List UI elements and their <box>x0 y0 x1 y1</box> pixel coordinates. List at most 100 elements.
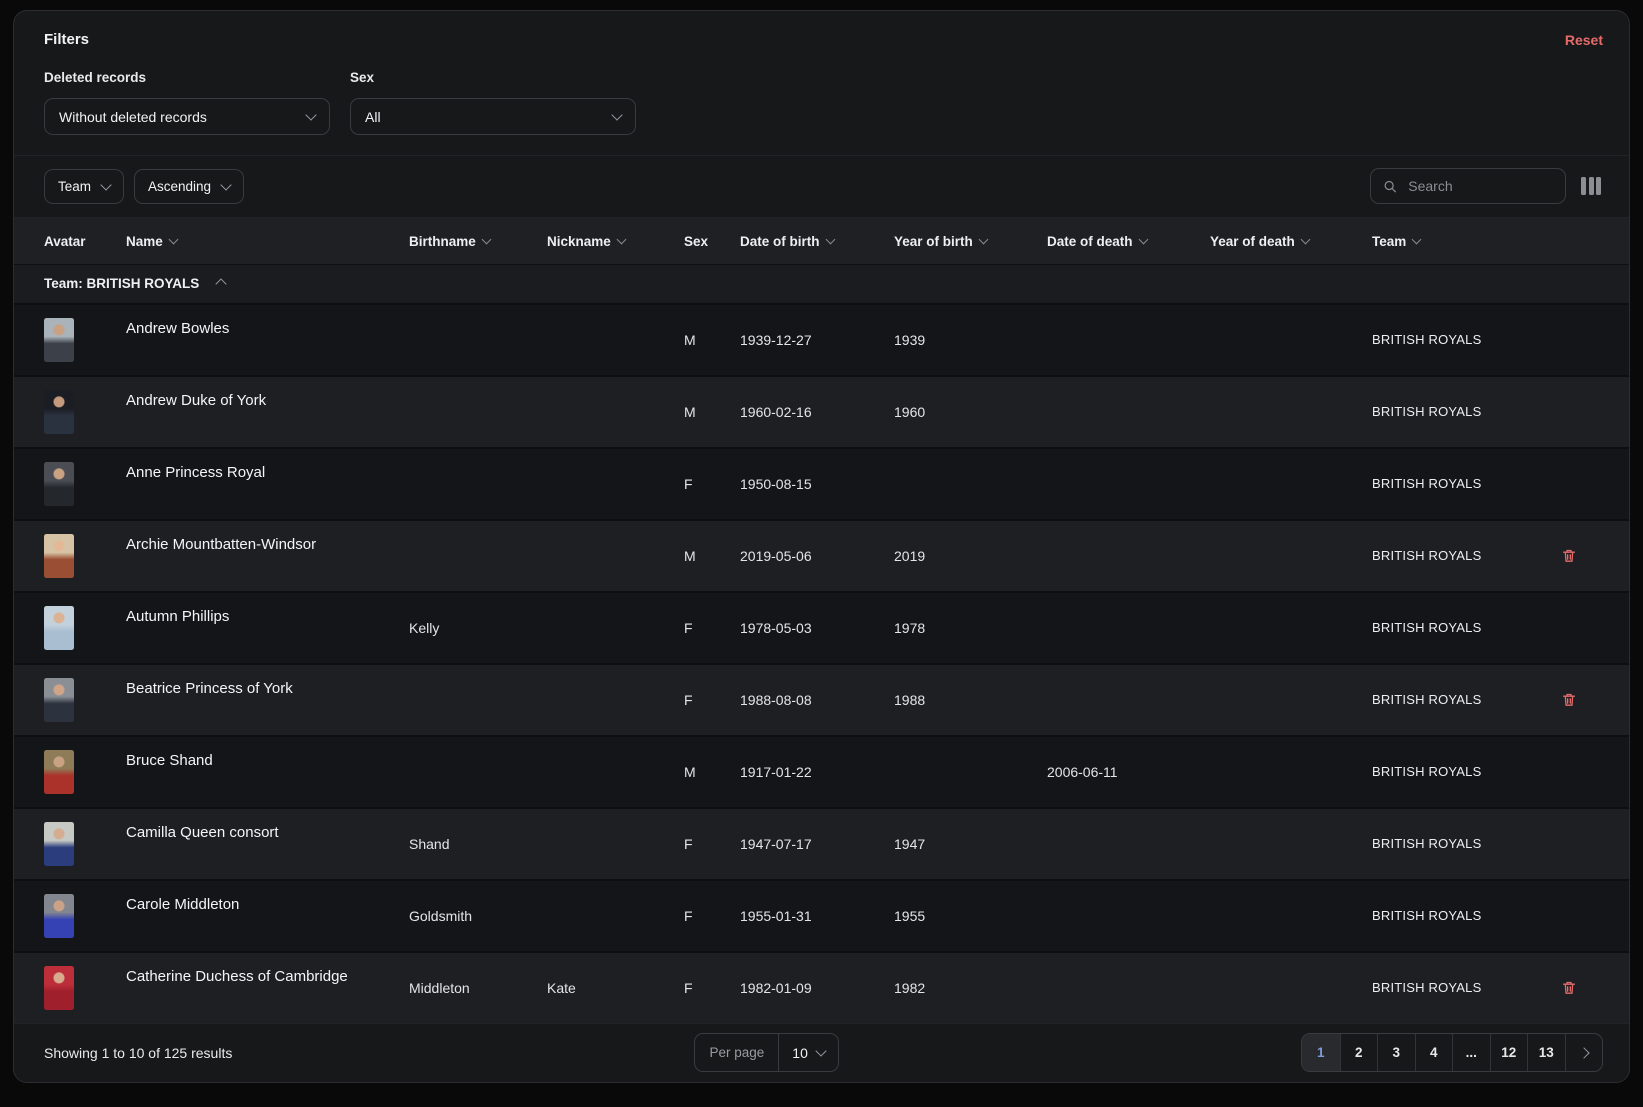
table-row: Catherine Duchess of CambridgeMiddletonK… <box>14 951 1629 1023</box>
column-header-birthname[interactable]: Birthname <box>409 234 547 249</box>
avatar-cell <box>44 534 126 578</box>
column-header-name[interactable]: Name <box>126 234 409 249</box>
date-of-birth-cell: 1939-12-27 <box>740 332 894 348</box>
pagination-ellipsis[interactable]: ... <box>1452 1034 1490 1071</box>
pagination-page-12[interactable]: 12 <box>1490 1034 1528 1071</box>
column-label: Date of death <box>1047 234 1133 249</box>
sex-cell: F <box>684 692 740 708</box>
avatar <box>44 894 74 938</box>
chevron-down-icon <box>220 179 231 190</box>
sort-direction-dropdown[interactable]: Ascending <box>134 169 244 204</box>
table-header-row: AvatarNameBirthnameNicknameSexDate of bi… <box>14 217 1629 264</box>
sex-select[interactable]: All <box>350 98 636 135</box>
table-toolbar: Team Ascending <box>14 155 1629 217</box>
chevron-right-icon <box>1578 1047 1589 1058</box>
year-of-birth-cell: 1978 <box>894 620 1047 636</box>
group-row-british-royals: Team: BRITISH ROYALS <box>14 264 1629 303</box>
column-label: Nickname <box>547 234 611 249</box>
table-row: Bruce ShandM1917-01-222006-06-11BRITISH … <box>14 735 1629 807</box>
date-of-birth-cell: 1917-01-22 <box>740 764 894 780</box>
year-of-birth-cell: 1955 <box>894 908 1047 924</box>
sex-cell: M <box>684 404 740 420</box>
sort-field-value: Team <box>58 179 91 194</box>
name-cell: Carole Middleton <box>126 881 409 913</box>
pagination-page-13[interactable]: 13 <box>1527 1034 1565 1071</box>
table-row: Archie Mountbatten-WindsorM2019-05-06201… <box>14 519 1629 591</box>
chevron-down-icon <box>168 235 178 245</box>
trash-icon <box>1561 979 1577 996</box>
name-cell: Autumn Phillips <box>126 593 409 625</box>
avatar-cell <box>44 678 126 722</box>
year-of-birth-cell: 1988 <box>894 692 1047 708</box>
table-row: Anne Princess RoyalF1950-08-15BRITISH RO… <box>14 447 1629 519</box>
avatar <box>44 534 74 578</box>
pagination-page-2[interactable]: 2 <box>1340 1034 1378 1071</box>
filters-title: Filters <box>44 31 89 48</box>
column-label: Sex <box>684 234 708 249</box>
column-label: Date of birth <box>740 234 820 249</box>
column-header-date_of_birth[interactable]: Date of birth <box>740 234 894 249</box>
deleted-records-label: Deleted records <box>44 70 330 85</box>
avatar <box>44 750 74 794</box>
name-cell: Camilla Queen consort <box>126 809 409 841</box>
search-input[interactable] <box>1406 177 1553 195</box>
date-of-death-cell: 2006-06-11 <box>1047 764 1210 780</box>
deleted-records-select[interactable]: Without deleted records <box>44 98 330 135</box>
nickname-cell: Kate <box>547 980 684 996</box>
column-header-nickname[interactable]: Nickname <box>547 234 684 249</box>
name-cell: Beatrice Princess of York <box>126 665 409 697</box>
team-cell: BRITISH ROYALS <box>1372 836 1555 851</box>
actions-cell <box>1555 542 1605 570</box>
pagination-page-4[interactable]: 4 <box>1415 1034 1453 1071</box>
sort-field-dropdown[interactable]: Team <box>44 169 124 204</box>
chevron-down-icon <box>305 109 316 120</box>
filters-section: Filters Reset Deleted records Without de… <box>14 11 1629 155</box>
pagination-next-button[interactable] <box>1565 1034 1603 1071</box>
per-page-select[interactable]: 10 <box>778 1034 838 1071</box>
delete-record-button[interactable] <box>1555 974 1583 1002</box>
sort-direction-value: Ascending <box>148 179 211 194</box>
delete-record-button[interactable] <box>1555 686 1583 714</box>
toolbar-right <box>1370 168 1603 204</box>
year-of-birth-cell: 1947 <box>894 836 1047 852</box>
birthname-cell: Kelly <box>409 620 547 636</box>
results-count-text: Showing 1 to 10 of 125 results <box>44 1045 232 1061</box>
pagination-page-1[interactable]: 1 <box>1302 1034 1340 1071</box>
per-page-label: Per page <box>695 1034 778 1071</box>
table-row: Carole MiddletonGoldsmithF1955-01-311955… <box>14 879 1629 951</box>
avatar <box>44 318 74 362</box>
filter-field-sex: Sex All <box>350 70 636 135</box>
delete-record-button[interactable] <box>1555 542 1583 570</box>
columns-visibility-button[interactable] <box>1579 175 1603 197</box>
chevron-down-icon <box>1138 235 1148 245</box>
group-collapse-button[interactable] <box>214 273 228 294</box>
column-header-year_of_death[interactable]: Year of death <box>1210 234 1372 249</box>
sex-value: All <box>365 109 381 125</box>
table-body: Andrew BowlesM1939-12-271939BRITISH ROYA… <box>14 303 1629 1023</box>
deleted-records-value: Without deleted records <box>59 109 207 125</box>
date-of-birth-cell: 2019-05-06 <box>740 548 894 564</box>
table-row: Camilla Queen consortShandF1947-07-17194… <box>14 807 1629 879</box>
chevron-down-icon <box>481 235 491 245</box>
column-header-year_of_birth[interactable]: Year of birth <box>894 234 1047 249</box>
table-row: Andrew Duke of YorkM1960-02-161960BRITIS… <box>14 375 1629 447</box>
team-cell: BRITISH ROYALS <box>1372 764 1555 779</box>
column-label: Birthname <box>409 234 476 249</box>
column-label: Year of death <box>1210 234 1295 249</box>
column-header-date_of_death[interactable]: Date of death <box>1047 234 1210 249</box>
birthname-cell: Goldsmith <box>409 908 547 924</box>
date-of-birth-cell: 1950-08-15 <box>740 476 894 492</box>
chevron-down-icon <box>815 1046 826 1057</box>
table-row: Andrew BowlesM1939-12-271939BRITISH ROYA… <box>14 303 1629 375</box>
column-header-team[interactable]: Team <box>1372 234 1555 249</box>
reset-filters-button[interactable]: Reset <box>1565 32 1603 48</box>
team-cell: BRITISH ROYALS <box>1372 908 1555 923</box>
name-cell: Archie Mountbatten-Windsor <box>126 521 409 553</box>
pagination-page-3[interactable]: 3 <box>1377 1034 1415 1071</box>
trash-icon <box>1561 691 1577 708</box>
date-of-birth-cell: 1982-01-09 <box>740 980 894 996</box>
chevron-down-icon <box>978 235 988 245</box>
date-of-birth-cell: 1978-05-03 <box>740 620 894 636</box>
chevron-down-icon <box>825 235 835 245</box>
year-of-birth-cell: 2019 <box>894 548 1047 564</box>
